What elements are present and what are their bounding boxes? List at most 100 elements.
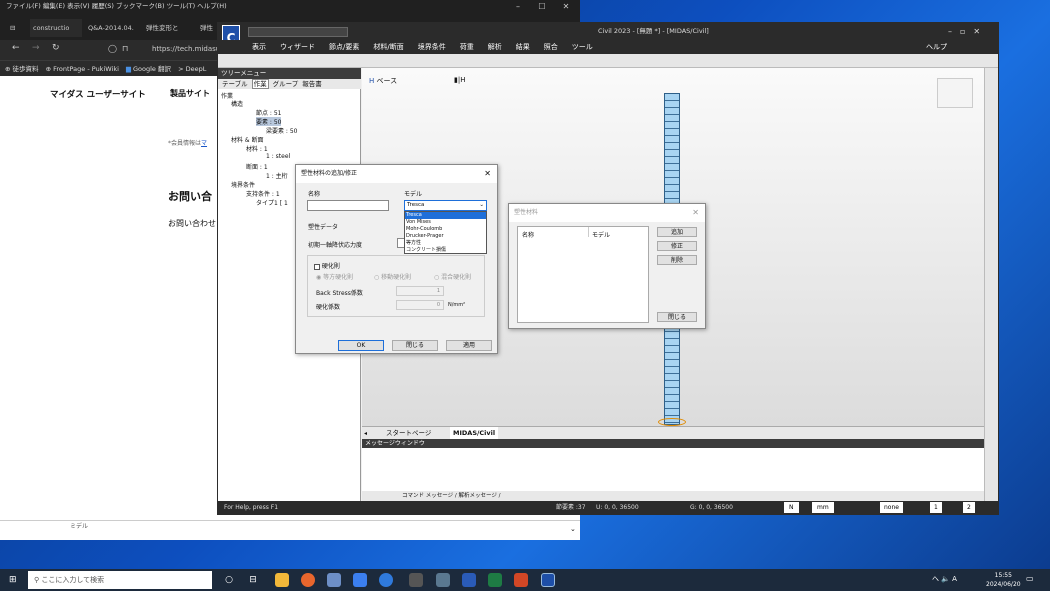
- firefox-icon[interactable]: [301, 573, 315, 587]
- menu-load[interactable]: 荷重: [460, 43, 474, 51]
- bookmark-item[interactable]: ⊕ FrontPage - PukiWiki: [46, 65, 119, 73]
- explorer-icon[interactable]: [275, 573, 289, 587]
- app-icon[interactable]: [436, 573, 450, 587]
- menu-boundary[interactable]: 境界条件: [418, 43, 446, 51]
- chrome-icon[interactable]: [379, 573, 393, 587]
- menu-wizard[interactable]: ウィザード: [280, 43, 315, 51]
- unit-force-select[interactable]: N: [784, 502, 799, 513]
- menu-view[interactable]: 表示: [252, 43, 266, 51]
- tree-item[interactable]: 材料 & 断面: [231, 135, 264, 144]
- site-title[interactable]: マイダス ユーザーサイト: [50, 88, 146, 100]
- tree-item[interactable]: 1 : steel: [266, 153, 290, 160]
- material-table[interactable]: 名称 モデル: [517, 226, 649, 323]
- hardening-checkbox[interactable]: 硬化則: [314, 261, 340, 270]
- zoom-icon[interactable]: [353, 573, 367, 587]
- model-option[interactable]: Mohr-Coulomb: [405, 226, 486, 233]
- nav-products[interactable]: 製品サイト: [170, 88, 210, 99]
- cortana-icon[interactable]: ○: [222, 573, 236, 587]
- tree-item[interactable]: 1 : 主桁: [266, 171, 288, 180]
- tab-qa[interactable]: Q&A-2014.04.: [88, 19, 138, 37]
- edit-button[interactable]: 修正: [657, 241, 697, 251]
- taskbar-search[interactable]: ⚲ ここに入力して検索: [28, 571, 212, 589]
- bookmark-item[interactable]: > DeepL: [178, 65, 206, 73]
- tab-elastic-1[interactable]: 弾性変形と: [146, 19, 194, 37]
- word-icon[interactable]: [462, 573, 476, 587]
- menu-tools[interactable]: ツール: [572, 43, 593, 51]
- close-icon[interactable]: ✕: [692, 204, 699, 222]
- radio-isotropic[interactable]: ◉ 等方硬化則: [316, 272, 353, 281]
- bookmark-item[interactable]: Google 翻訳: [133, 65, 171, 73]
- menu-material-section[interactable]: 材料/断面: [373, 43, 403, 51]
- menu-node-element[interactable]: 節点/要素: [329, 43, 359, 51]
- midas-civil-icon[interactable]: [541, 573, 555, 587]
- view-cube[interactable]: [937, 78, 973, 108]
- tab-list-icon[interactable]: ⊟: [10, 19, 22, 37]
- civil-window-controls[interactable]: –▫✕: [948, 23, 998, 40]
- delete-button[interactable]: 削除: [657, 255, 697, 265]
- tree-item[interactable]: 節点 : 51: [256, 108, 281, 117]
- tree-item[interactable]: 断面 : 1: [246, 162, 268, 171]
- quick-access-toolbar[interactable]: [248, 27, 348, 37]
- reload-icon[interactable]: ↻: [52, 43, 60, 53]
- minimize-button[interactable]: –: [506, 0, 530, 13]
- menu-analysis[interactable]: 解析: [488, 43, 502, 51]
- add-button[interactable]: 追加: [657, 227, 697, 237]
- ok-button[interactable]: OK: [338, 340, 384, 351]
- model-option[interactable]: コンクリート損傷: [405, 247, 486, 254]
- radio-kinematic[interactable]: ○ 移動硬化則: [374, 272, 411, 281]
- civil-toolbar[interactable]: [218, 54, 998, 68]
- tree-item[interactable]: 要素 : 50: [256, 117, 282, 126]
- back-stress-input[interactable]: 1: [396, 286, 444, 296]
- radio-mixed[interactable]: ○ 混合硬化則: [434, 272, 471, 281]
- right-toolbar[interactable]: [984, 68, 998, 501]
- tree-item[interactable]: 梁要素 : 50: [266, 126, 297, 135]
- tree-item[interactable]: 支持条件 : 1: [246, 189, 280, 198]
- model-option[interactable]: Von Mises: [405, 219, 486, 226]
- close-icon[interactable]: ✕: [484, 165, 491, 183]
- powerpoint-icon[interactable]: [514, 573, 528, 587]
- message-tab-labels[interactable]: コマンド メッセージ / 解析メッセージ /: [402, 493, 500, 499]
- mode-select[interactable]: none: [880, 502, 903, 513]
- model-option[interactable]: Tresca: [405, 212, 486, 219]
- tree-item[interactable]: 材料 : 1: [246, 144, 268, 153]
- tab-work[interactable]: 作業: [251, 79, 269, 89]
- model-option[interactable]: Drucker-Prager: [405, 233, 486, 240]
- scroll-down-icon[interactable]: ⌄: [570, 525, 576, 533]
- tab-report[interactable]: 報告書: [302, 80, 322, 88]
- windows-start-icon[interactable]: ⊞: [9, 575, 19, 585]
- tree-item[interactable]: 境界条件: [231, 180, 255, 189]
- app-icon[interactable]: [409, 573, 423, 587]
- tab-group[interactable]: グループ: [273, 80, 299, 88]
- bookmark-item[interactable]: ⊕ 徒歩資料: [5, 65, 39, 73]
- menu-check[interactable]: 照合: [544, 43, 558, 51]
- system-tray[interactable]: へ 🔈 A: [932, 574, 957, 584]
- model-select[interactable]: Tresca ⌄: [404, 200, 487, 211]
- close-button[interactable]: ✕: [554, 0, 578, 13]
- back-icon[interactable]: ←: [12, 43, 20, 53]
- tree-item[interactable]: 構造: [231, 99, 243, 108]
- member-link[interactable]: マ: [201, 140, 207, 147]
- hardening-coef-input[interactable]: 0: [396, 300, 444, 310]
- tab-elastic-2[interactable]: 弾性: [200, 19, 218, 37]
- tab-constructio[interactable]: constructio: [30, 19, 82, 37]
- browser-menu-text[interactable]: ファイル(F) 編集(E) 表示(V) 履歴(S) ブックマーク(B) ツール(…: [6, 2, 227, 10]
- name-input[interactable]: [307, 200, 389, 211]
- task-view-icon[interactable]: ⊟: [246, 573, 260, 587]
- tree-item[interactable]: タイプ1 [ 1: [256, 198, 288, 207]
- apply-button[interactable]: 適用: [446, 340, 492, 351]
- clock[interactable]: 15:55 2024/06/20: [986, 571, 1021, 589]
- notification-icon[interactable]: ▭: [1026, 574, 1034, 583]
- unit-length-select[interactable]: mm: [812, 502, 834, 513]
- tab-table[interactable]: テーブル: [222, 80, 248, 88]
- menu-results[interactable]: 結果: [516, 43, 530, 51]
- forward-icon[interactable]: →: [32, 43, 40, 53]
- model-option[interactable]: 等方性: [405, 240, 486, 247]
- maximize-button[interactable]: ☐: [530, 0, 554, 13]
- help-menu[interactable]: ヘルプ: [926, 40, 947, 54]
- excel-icon[interactable]: [488, 573, 502, 587]
- app-icon[interactable]: [327, 573, 341, 587]
- close-dialog-button[interactable]: 閉じる: [392, 340, 438, 351]
- url-input[interactable]: https://tech.midasu: [152, 45, 220, 53]
- page-input[interactable]: 1: [930, 502, 942, 513]
- close-list-button[interactable]: 閉じる: [657, 312, 697, 322]
